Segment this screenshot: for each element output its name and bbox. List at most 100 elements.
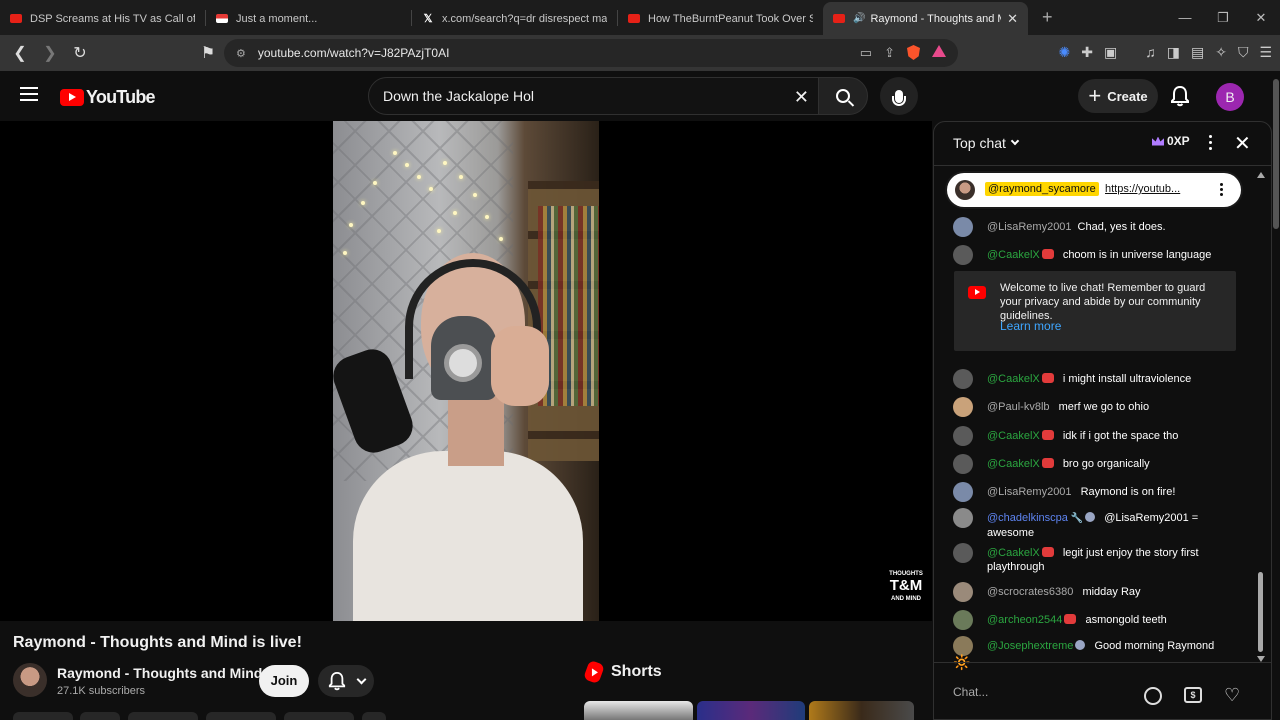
browser-tab[interactable]: How TheBurntPeanut Took Over Stre bbox=[618, 2, 823, 35]
chat-author[interactable]: @LisaRemy2001 bbox=[987, 486, 1072, 498]
browser-tab[interactable]: Just a moment... bbox=[206, 2, 411, 35]
chat-mode-dropdown[interactable]: Top chat bbox=[953, 135, 1020, 151]
chat-author[interactable]: @CaakelX bbox=[987, 458, 1054, 470]
short-thumbnail[interactable] bbox=[584, 701, 693, 720]
chat-author[interactable]: @chadelkinscpa 🔧 bbox=[987, 512, 1096, 524]
puzzle-icon[interactable]: ✚ bbox=[1081, 44, 1093, 61]
share-button[interactable] bbox=[128, 712, 198, 720]
member-badge-icon bbox=[1085, 512, 1096, 522]
voice-search-button[interactable] bbox=[880, 77, 918, 115]
short-thumbnail[interactable] bbox=[697, 701, 805, 720]
new-tab-icon[interactable]: + bbox=[1042, 7, 1053, 28]
live-chat-panel: Top chat 0XP ✕ @raymond_sycamore https:/… bbox=[933, 121, 1272, 720]
browser-tab[interactable]: 𝕏 x.com/search?q=dr disrespect madur bbox=[412, 2, 617, 35]
channel-name[interactable]: Raymond - Thoughts and Mind bbox=[57, 665, 262, 681]
chat-author[interactable]: @archeon2544 bbox=[987, 614, 1077, 626]
chat-more-icon[interactable] bbox=[1209, 135, 1213, 150]
menu-icon[interactable]: ☰ bbox=[1259, 44, 1272, 61]
youtube-logo[interactable]: YouTube bbox=[60, 87, 156, 108]
learn-more-link[interactable]: Learn more bbox=[1000, 319, 1061, 333]
cast-icon[interactable]: ▭ bbox=[860, 45, 872, 61]
scroll-up-icon[interactable] bbox=[1257, 172, 1265, 178]
chevron-down-icon bbox=[1010, 136, 1020, 146]
chat-input[interactable]: Chat... bbox=[953, 685, 1133, 699]
chat-scrollbar[interactable] bbox=[1257, 172, 1265, 662]
bookmark-icon[interactable]: ⚑ bbox=[196, 43, 220, 63]
vpn-icon[interactable]: ⛉ bbox=[1238, 44, 1249, 61]
site-settings-icon[interactable]: ⚙ bbox=[236, 47, 246, 60]
member-badge-icon bbox=[1041, 430, 1054, 440]
extension-icon[interactable]: ✺ bbox=[1059, 44, 1071, 61]
clear-search-icon[interactable]: ✕ bbox=[794, 87, 809, 108]
channel-watermark[interactable]: THOUGHTS T&M AND MIND bbox=[889, 568, 923, 602]
pinned-author[interactable]: @raymond_sycamore bbox=[985, 182, 1099, 196]
video-player[interactable]: THOUGHTS T&M AND MIND bbox=[0, 121, 932, 621]
close-tab-icon[interactable]: ✕ bbox=[1007, 11, 1018, 27]
account-avatar[interactable]: B bbox=[1216, 83, 1244, 111]
share-icon[interactable]: ⇪ bbox=[884, 45, 895, 61]
music-icon[interactable]: ♫ bbox=[1145, 44, 1156, 61]
search-icon bbox=[836, 89, 850, 103]
browser-tab[interactable]: DSP Screams at His TV as Call of Duty bbox=[0, 2, 205, 35]
notifications-bell-icon[interactable] bbox=[1170, 85, 1190, 107]
address-bar[interactable]: ⚙ youtube.com/watch?v=J82PAzjT0AI ▭ ⇪ bbox=[224, 39, 958, 67]
create-button[interactable]: + Create bbox=[1078, 79, 1158, 113]
chat-author[interactable]: @CaakelX bbox=[987, 547, 1054, 559]
avatar bbox=[953, 636, 973, 656]
video-title: Raymond - Thoughts and Mind is live! bbox=[13, 634, 302, 651]
forward-icon[interactable]: ❯ bbox=[38, 43, 62, 63]
browser-extensions: ✺ ✚ ▣ ♫ ◨ ▤ ✧ ⛉ ☰ bbox=[1059, 44, 1272, 61]
chat-author[interactable]: @Josephextreme bbox=[987, 640, 1086, 652]
avatar bbox=[953, 426, 973, 446]
chat-author[interactable]: @scrocrates6380 bbox=[987, 586, 1073, 598]
like-button[interactable] bbox=[13, 712, 73, 720]
author-name: @archeon2544 bbox=[987, 614, 1063, 626]
pinned-link[interactable]: https://youtub... bbox=[1105, 183, 1180, 195]
url-text: youtube.com/watch?v=J82PAzjT0AI bbox=[257, 46, 450, 60]
chat-author[interactable]: @Paul-kv8lb bbox=[987, 401, 1050, 413]
author-name: @CaakelX bbox=[987, 547, 1040, 559]
back-icon[interactable]: ❮ bbox=[8, 43, 32, 63]
browser-tab-active[interactable]: 🔊 Raymond - Thoughts and Mind ✕ bbox=[823, 2, 1028, 35]
wallet-icon[interactable]: ▣ bbox=[1104, 44, 1117, 61]
save-button[interactable] bbox=[206, 712, 276, 720]
chat-header: Top chat 0XP ✕ bbox=[934, 122, 1271, 166]
short-thumbnail[interactable] bbox=[809, 701, 914, 720]
author-name: @CaakelX bbox=[987, 458, 1040, 470]
chat-author[interactable]: @CaakelX bbox=[987, 373, 1054, 385]
scroll-thumb[interactable] bbox=[1258, 572, 1263, 652]
speaker-icon[interactable]: 🔊 bbox=[853, 13, 865, 24]
channel-avatar[interactable] bbox=[13, 663, 47, 697]
video-frame[interactable] bbox=[333, 121, 599, 621]
join-button[interactable]: Join bbox=[259, 665, 309, 697]
heart-icon[interactable]: ♡ bbox=[1224, 685, 1240, 706]
reload-icon[interactable]: ↻ bbox=[68, 43, 92, 63]
chat-author[interactable]: @LisaRemy2001 bbox=[987, 221, 1072, 233]
subscribe-notifications-button[interactable] bbox=[318, 665, 374, 697]
hamburger-menu-icon[interactable] bbox=[20, 87, 38, 101]
wallet-icon[interactable]: ▤ bbox=[1191, 44, 1204, 61]
pinned-message[interactable]: @raymond_sycamore https://youtub... bbox=[947, 173, 1241, 207]
maximize-icon[interactable]: ❐ bbox=[1204, 0, 1242, 35]
close-window-icon[interactable]: ✕ bbox=[1242, 0, 1280, 35]
chat-text: Raymond is on fire! bbox=[1080, 486, 1176, 498]
brave-shield-icon[interactable] bbox=[907, 45, 920, 60]
action-button[interactable] bbox=[80, 712, 120, 720]
search-button[interactable] bbox=[818, 77, 868, 115]
close-chat-icon[interactable]: ✕ bbox=[1234, 131, 1251, 156]
sidebar-icon[interactable]: ◨ bbox=[1167, 44, 1180, 61]
clip-button[interactable] bbox=[284, 712, 354, 720]
more-actions-button[interactable] bbox=[362, 712, 386, 720]
page-scrollbar[interactable] bbox=[1272, 71, 1280, 720]
brave-rewards-icon[interactable] bbox=[932, 45, 946, 57]
minimize-icon[interactable]: — bbox=[1166, 0, 1204, 35]
more-icon[interactable] bbox=[1220, 183, 1223, 196]
member-badge-icon bbox=[1041, 373, 1054, 383]
search-input[interactable]: Down the Jackalope Hol ✕ bbox=[368, 77, 824, 115]
super-chat-icon[interactable]: $ bbox=[1184, 687, 1202, 703]
chat-author[interactable]: @CaakelX bbox=[987, 430, 1054, 442]
xp-badge[interactable]: 0XP bbox=[1152, 134, 1190, 148]
ai-icon[interactable]: ✧ bbox=[1215, 44, 1227, 61]
emoji-icon[interactable] bbox=[1144, 687, 1162, 705]
chat-author[interactable]: @CaakelX bbox=[987, 249, 1054, 261]
